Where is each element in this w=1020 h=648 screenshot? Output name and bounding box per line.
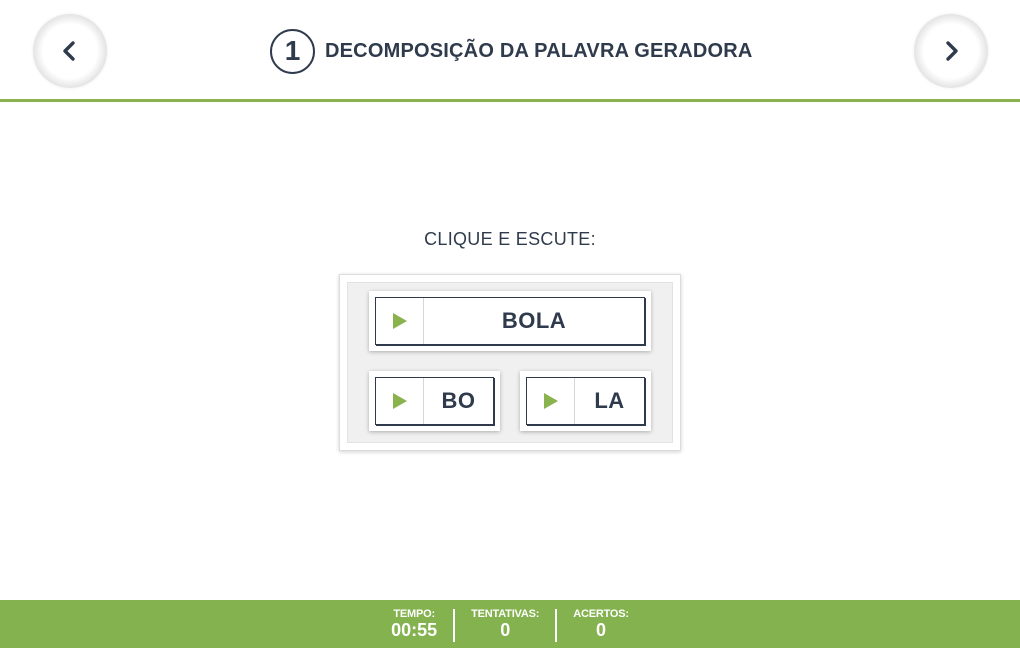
page-title: DECOMPOSIÇÃO DA PALAVRA GERADORA	[325, 39, 753, 62]
hits-stat: ACERTOS: 0	[557, 600, 645, 648]
chevron-left-icon	[63, 41, 75, 61]
syllable-label: LA	[594, 388, 625, 413]
previous-button[interactable]	[33, 14, 107, 88]
header-divider	[0, 99, 1020, 102]
time-value: 00:55	[391, 620, 438, 640]
play-icon	[392, 313, 407, 329]
time-stat: TEMPO: 00:55	[375, 600, 453, 648]
word-audio-button[interactable]: BOLA	[369, 291, 651, 351]
play-icon	[392, 393, 407, 409]
play-button[interactable]	[527, 378, 575, 424]
syllable-label: BO	[441, 388, 476, 413]
play-icon	[543, 393, 558, 409]
hits-label: ACERTOS:	[573, 608, 629, 620]
play-button[interactable]	[376, 298, 424, 344]
syllable-audio-button-bo[interactable]: BO	[369, 371, 500, 431]
page-title-group: 1 DECOMPOSIÇÃO DA PALAVRA GERADORA	[270, 28, 753, 74]
chevron-right-icon	[946, 41, 958, 61]
instruction-text: CLIQUE E ESCUTE:	[424, 229, 596, 249]
play-button[interactable]	[376, 378, 424, 424]
status-bar: TEMPO: 00:55 TENTATIVAS: 0 ACERTOS: 0	[0, 600, 1020, 648]
syllable-audio-button-la[interactable]: LA	[520, 371, 651, 431]
word-label: BOLA	[501, 308, 567, 333]
next-button[interactable]	[914, 14, 988, 88]
time-label: TEMPO:	[393, 608, 435, 620]
attempts-label: TENTATIVAS:	[471, 608, 540, 620]
attempts-value: 0	[500, 620, 511, 640]
header: 1 DECOMPOSIÇÃO DA PALAVRA GERADORA	[0, 0, 1020, 100]
step-number-badge: 1	[270, 28, 315, 74]
attempts-stat: TENTATIVAS: 0	[455, 600, 555, 648]
hits-value: 0	[596, 620, 607, 640]
